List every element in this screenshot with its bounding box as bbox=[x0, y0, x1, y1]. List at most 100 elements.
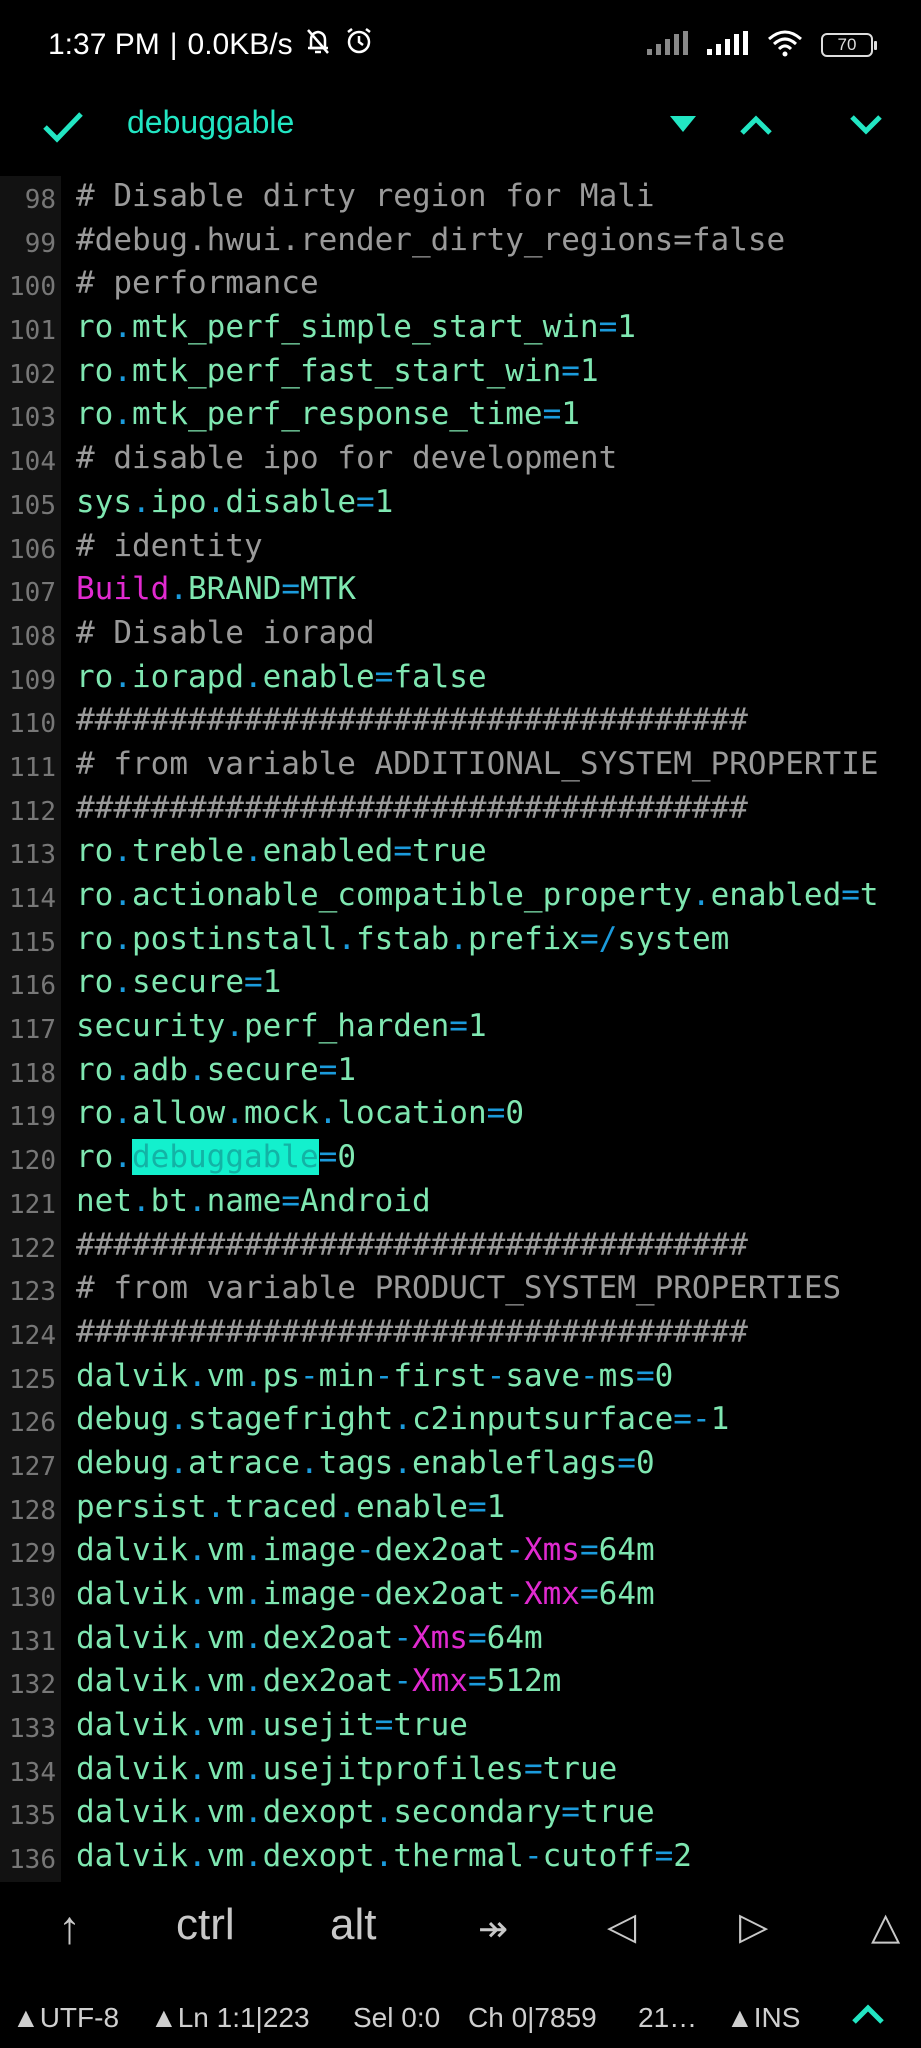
search-options-icon[interactable] bbox=[668, 114, 698, 139]
line-code: ro.adb.secure=1 bbox=[76, 1052, 356, 1088]
code-token: 0 bbox=[635, 1444, 655, 1481]
line-col-indicator[interactable]: ▲Ln 1:1|223 bbox=[150, 2002, 310, 2034]
code-line[interactable]: 114 ro.actionable_compatible_property.ena… bbox=[0, 875, 921, 919]
code-token: . bbox=[113, 920, 132, 957]
line-number: 111 bbox=[9, 752, 56, 783]
search-term[interactable]: debuggable bbox=[127, 104, 294, 141]
right-arrow-key[interactable]: ▷ bbox=[739, 1904, 768, 1949]
code-token: vm bbox=[206, 1532, 244, 1569]
line-code: ro.treble.enabled=true bbox=[76, 833, 487, 869]
code-token: # performance bbox=[76, 265, 319, 302]
code-token: . bbox=[169, 571, 188, 608]
line-number: 119 bbox=[9, 1102, 56, 1133]
code-lines[interactable]: 98 # Disable dirty region for Mali 99 #debu… bbox=[0, 176, 921, 1880]
code-line[interactable]: 125 dalvik.vm.ps-min-first-save-ms=0 bbox=[0, 1356, 921, 1400]
tab-key[interactable]: ↠ bbox=[478, 1908, 508, 1950]
line-code: debug.stagefright.c2inputsurface=-1 bbox=[76, 1401, 729, 1437]
code-token: = bbox=[281, 571, 300, 608]
code-line[interactable]: 118 ro.adb.secure=1 bbox=[0, 1050, 921, 1094]
code-token: . bbox=[113, 1095, 132, 1132]
code-token: enabled bbox=[710, 877, 842, 913]
code-token: name bbox=[206, 1182, 282, 1219]
code-token: . bbox=[113, 396, 132, 433]
code-line[interactable]: 112 #################################### bbox=[0, 788, 921, 832]
code-line[interactable]: 128 persist.traced.enable=1 bbox=[0, 1487, 921, 1531]
insert-mode-selector[interactable]: ▲INS bbox=[726, 2002, 800, 2034]
line-number: 130 bbox=[9, 1583, 56, 1613]
code-token: 512m bbox=[486, 1663, 562, 1700]
code-editor[interactable]: 98 # Disable dirty region for Mali 99 #debu… bbox=[0, 176, 921, 1882]
code-line[interactable]: 120 ro.debuggable=0 bbox=[0, 1137, 921, 1181]
code-line[interactable]: 105 sys.ipo.disable=1 bbox=[0, 482, 921, 526]
code-token: - bbox=[355, 1532, 375, 1569]
code-token: - bbox=[374, 1357, 394, 1394]
up-arrow-key[interactable]: △ bbox=[871, 1904, 900, 1949]
code-line[interactable]: 106 # identity bbox=[0, 526, 921, 570]
ctrl-key[interactable]: ctrl bbox=[176, 1900, 235, 1950]
code-token: . bbox=[225, 1008, 244, 1045]
code-line[interactable]: 129 dalvik.vm.image-dex2oat-Xms=64m bbox=[0, 1530, 921, 1574]
code-line[interactable]: 130 dalvik.vm.image-dex2oat-Xmx=64m bbox=[0, 1574, 921, 1618]
code-line[interactable]: 119 ro.allow.mock.location=0 bbox=[0, 1093, 921, 1137]
search-match-highlight: debuggable bbox=[132, 1139, 319, 1176]
code-token: enable bbox=[355, 1488, 468, 1525]
line-number: 104 bbox=[9, 447, 56, 478]
code-line[interactable]: 101 ro.mtk_perf_simple_start_win=1 bbox=[0, 307, 921, 351]
code-line[interactable]: 134 dalvik.vm.usejitprofiles=true bbox=[0, 1749, 921, 1793]
code-line[interactable]: 98 # Disable dirty region for Mali bbox=[0, 176, 921, 220]
code-line[interactable]: 127 debug.atrace.tags.enableflags=0 bbox=[0, 1443, 921, 1487]
code-line[interactable]: 107 Build.BRAND=MTK bbox=[0, 569, 921, 613]
code-line[interactable]: 113 ro.treble.enabled=true bbox=[0, 831, 921, 875]
find-previous-icon[interactable] bbox=[739, 114, 773, 141]
code-token: . bbox=[337, 920, 356, 957]
code-token: c2inputsurface bbox=[411, 1401, 674, 1438]
code-line[interactable]: 99 #debug.hwui.render_dirty_regions=false bbox=[0, 220, 921, 264]
code-line[interactable]: 103 ro.mtk_perf_response_time=1 bbox=[0, 394, 921, 438]
code-line[interactable]: 126 debug.stagefright.c2inputsurface=-1 bbox=[0, 1399, 921, 1443]
code-token: ro bbox=[76, 1095, 114, 1132]
line-number: 136 bbox=[9, 1845, 56, 1876]
code-line[interactable]: 102 ro.mtk_perf_fast_start_win=1 bbox=[0, 351, 921, 395]
code-token: perf_harden bbox=[243, 1008, 450, 1045]
line-code: dalvik.vm.dexopt.thermal-cutoff=2 bbox=[76, 1838, 692, 1874]
code-line[interactable]: 135 dalvik.vm.dexopt.secondary=true bbox=[0, 1792, 921, 1836]
code-token: dex2oat bbox=[262, 1619, 394, 1656]
shift-key[interactable]: ↑ bbox=[58, 1900, 81, 1954]
expand-icon[interactable] bbox=[851, 2002, 885, 2031]
code-line[interactable]: 136 dalvik.vm.dexopt.thermal-cutoff=2 bbox=[0, 1836, 921, 1880]
code-token: . bbox=[225, 1095, 244, 1132]
encoding-selector[interactable]: ▲UTF-8 bbox=[12, 2002, 119, 2034]
find-next-icon[interactable] bbox=[849, 114, 883, 141]
code-line[interactable]: 133 dalvik.vm.usejit=true bbox=[0, 1705, 921, 1749]
code-line[interactable]: 124 #################################### bbox=[0, 1312, 921, 1356]
code-line[interactable]: 100 # performance bbox=[0, 263, 921, 307]
code-line[interactable]: 121 net.bt.name=Android bbox=[0, 1181, 921, 1225]
code-token: true bbox=[542, 1750, 618, 1787]
line-code: net.bt.name=Android bbox=[76, 1183, 431, 1219]
code-token: = bbox=[243, 964, 263, 1001]
code-token: system bbox=[617, 920, 730, 957]
code-line[interactable]: 131 dalvik.vm.dex2oat-Xms=64m bbox=[0, 1618, 921, 1662]
code-line[interactable]: 116 ro.secure=1 bbox=[0, 962, 921, 1006]
line-number: 132 bbox=[9, 1670, 56, 1701]
code-line[interactable]: 110 #################################### bbox=[0, 700, 921, 744]
code-line[interactable]: 108 # Disable iorapd bbox=[0, 613, 921, 657]
check-icon[interactable] bbox=[42, 110, 84, 149]
left-arrow-key[interactable]: ◁ bbox=[607, 1904, 636, 1949]
alt-key[interactable]: alt bbox=[330, 1900, 376, 1950]
code-line[interactable]: 122 #################################### bbox=[0, 1225, 921, 1269]
line-number: 118 bbox=[9, 1058, 56, 1089]
code-line[interactable]: 111 # from variable ADDITIONAL_SYSTEM_PRO… bbox=[0, 744, 921, 788]
code-token: ms bbox=[598, 1357, 636, 1394]
line-code: # from variable ADDITIONAL_SYSTEM_PROPER… bbox=[76, 746, 879, 782]
code-line[interactable]: 117 security.perf_harden=1 bbox=[0, 1006, 921, 1050]
code-line[interactable]: 123 # from variable PRODUCT_SYSTEM_PROPER… bbox=[0, 1268, 921, 1312]
line-code: # performance bbox=[76, 265, 319, 301]
code-token: . bbox=[206, 483, 226, 520]
code-token: . bbox=[188, 1182, 207, 1219]
code-token: . bbox=[132, 483, 151, 520]
code-line[interactable]: 109 ro.iorapd.enable=false bbox=[0, 657, 921, 701]
code-line[interactable]: 104 # disable ipo for development bbox=[0, 438, 921, 482]
code-line[interactable]: 132 dalvik.vm.dex2oat-Xmx=512m bbox=[0, 1661, 921, 1705]
code-line[interactable]: 115 ro.postinstall.fstab.prefix=/system bbox=[0, 919, 921, 963]
